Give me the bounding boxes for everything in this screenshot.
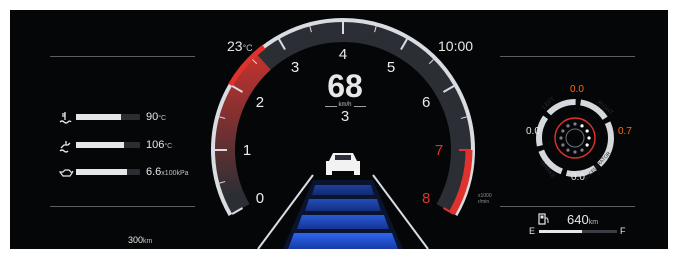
fuel-pump-icon (538, 213, 549, 225)
fuel-level-bar (539, 230, 617, 233)
tachometer-label: 1 (243, 142, 251, 159)
fuel-full-label: F (620, 226, 626, 236)
speed-value: 68 (327, 68, 363, 104)
rev-history-wedge (215, 54, 271, 196)
coolant-temp-bar-fill (76, 114, 121, 120)
tachometer-label: 2 (256, 94, 264, 111)
tachometer-label: 4 (339, 46, 347, 63)
g-meter-accelerator-label: ACCELERATOR (583, 151, 613, 183)
oil-temp-unit: °C (164, 143, 173, 150)
instrument-cluster: 23°C 10:00 90°C 106°C 6.6x100kPa 300km 0… (10, 10, 668, 249)
coolant-temp-readout: 90°C (146, 111, 166, 123)
oil-pressure-value: 6.6 (146, 166, 162, 178)
coolant-temp-bar (76, 114, 140, 120)
oil-pressure-unit: x100kPa (161, 170, 189, 177)
g-meter-dot (573, 150, 577, 154)
fuel-range-value: 640 (567, 212, 589, 227)
g-meter-dot (580, 148, 584, 152)
oil-pressure-bar-fill (76, 169, 128, 175)
oil-pressure-icon (58, 169, 74, 177)
tachometer-label: 5 (387, 59, 395, 76)
g-meter-right-value: 0.7 (618, 126, 632, 137)
oil-temp-bar-fill (76, 142, 124, 148)
oil-temp-icon (59, 141, 71, 153)
g-meter-dot (561, 129, 565, 133)
fuel-level-fill (539, 230, 582, 233)
coolant-temp-icon (59, 112, 72, 124)
left-top-separator (50, 56, 195, 57)
speed-divider-left (325, 106, 337, 107)
g-meter-left-value: 0.0 (526, 126, 540, 137)
tachometer-label: 7 (435, 142, 443, 159)
g-meter-bottom-value: 0.0 (571, 172, 585, 183)
g-meter-dot (585, 129, 589, 133)
trip-odometer: 300km (128, 235, 152, 245)
oil-temp-gauge: 106°C (58, 139, 208, 153)
g-meter-dot (585, 143, 589, 147)
vehicle-ahead-icon (326, 153, 360, 175)
speed-divider-right (354, 106, 366, 107)
oil-pressure-bar (76, 169, 140, 175)
oil-pressure-readout: 6.6x100kPa (146, 166, 189, 178)
tachometer-label: 0 (256, 190, 264, 207)
g-meter-dot (566, 148, 570, 152)
g-meter-dot (580, 124, 584, 128)
trip-unit: km (143, 238, 153, 245)
g-meter-dot (561, 143, 565, 147)
g-meter-dot (566, 124, 570, 128)
g-meter-top-value: 0.0 (570, 84, 584, 95)
g-meter-dot (587, 136, 591, 140)
lane-guidance (257, 174, 429, 249)
left-bottom-separator (50, 206, 195, 207)
right-top-separator (500, 56, 635, 57)
oil-temp-value: 106 (146, 139, 165, 151)
coolant-temp-value: 90 (146, 111, 159, 123)
oil-temp-bar (76, 142, 140, 148)
gear-indicator: 3 (340, 108, 350, 125)
g-meter-dot (559, 136, 563, 140)
tachometer-label: 6 (422, 94, 430, 111)
fuel-empty-label: E (529, 226, 536, 236)
rpm-unit: x1000 r/min (478, 193, 492, 205)
g-meter-dot (573, 122, 577, 126)
right-bottom-separator (500, 206, 635, 207)
tachometer-label: 3 (291, 59, 299, 76)
coolant-temp-unit: °C (158, 115, 167, 122)
fuel-range-unit: km (588, 219, 599, 226)
tachometer: 0 1 2 3 4 5 6 7 8 (211, 18, 475, 249)
fuel-range: 640km (567, 212, 598, 227)
trip-value: 300 (128, 235, 144, 245)
tachometer-label: 8 (422, 190, 430, 207)
coolant-temp-gauge: 90°C (58, 111, 208, 125)
oil-temp-readout: 106°C (146, 139, 172, 151)
